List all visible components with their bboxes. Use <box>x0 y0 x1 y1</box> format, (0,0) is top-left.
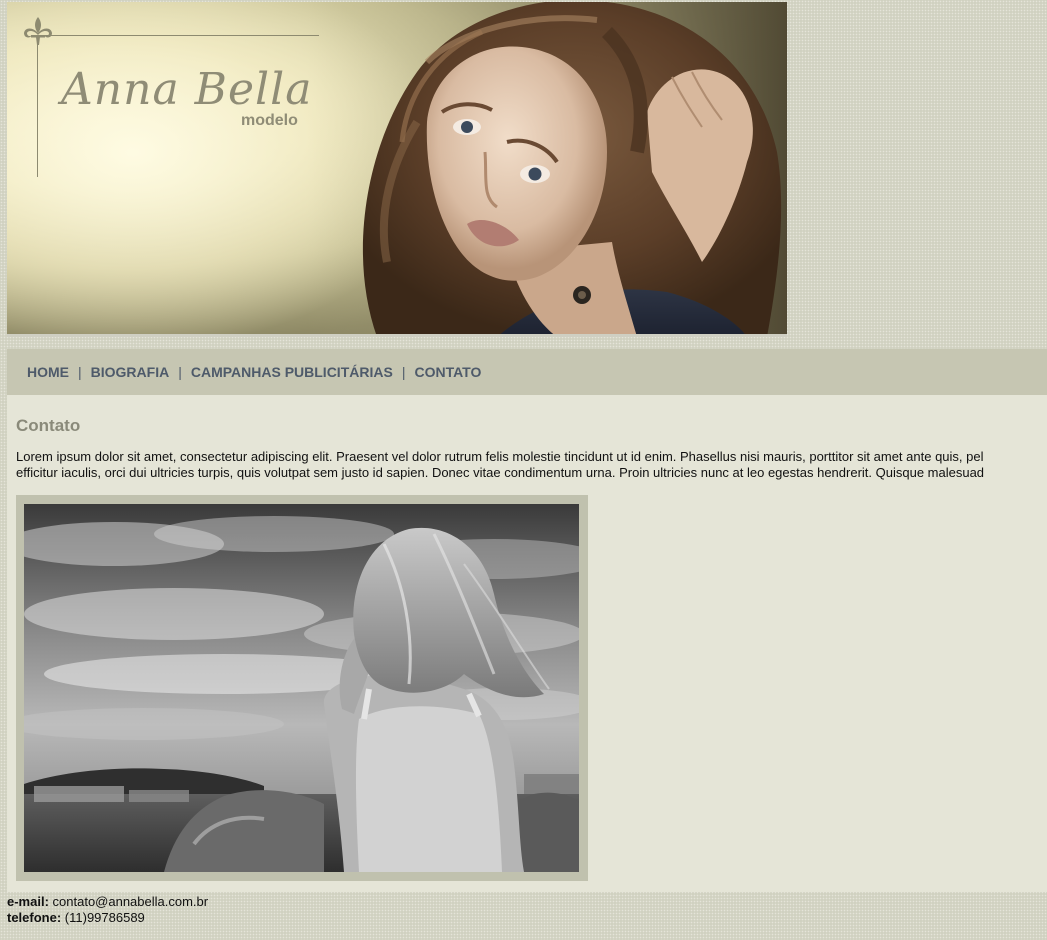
phone-label: telefone: <box>7 910 62 925</box>
header-banner: Anna Bella modelo <box>7 2 787 337</box>
main-navigation: HOME | BIOGRAFIA | CAMPANHAS PUBLICITÁRI… <box>7 349 1047 395</box>
nav-separator: | <box>78 364 82 380</box>
fleur-de-lis-icon <box>24 17 52 45</box>
intro-paragraph: Lorem ipsum dolor sit amet, consectetur … <box>16 449 1047 481</box>
nav-item-home[interactable]: HOME <box>27 364 69 380</box>
contact-photo-frame <box>16 495 588 881</box>
intro-paragraph-line-2: efficitur iaculis, orci dui ultricies tu… <box>16 465 985 480</box>
phone-line: telefone: (11)99786589 <box>7 910 208 926</box>
email-label: e-mail: <box>7 894 49 909</box>
logo-frame-line-horizontal <box>37 35 319 36</box>
nav-separator: | <box>401 364 406 380</box>
logo-frame-line-vertical <box>37 35 38 177</box>
nav-item-campanhas-publicitarias[interactable]: CAMPANHAS PUBLICITÁRIAS <box>191 364 393 380</box>
email-value[interactable]: contato@annabella.com.br <box>53 894 209 909</box>
contact-photo-image <box>24 504 579 872</box>
contact-footer: e-mail: contato@annabella.com.br telefon… <box>7 894 208 926</box>
logo-subtitle: modelo <box>241 112 298 129</box>
model-portrait-image <box>307 2 787 337</box>
email-line: e-mail: contato@annabella.com.br <box>7 894 208 910</box>
page-title: Contato <box>16 416 81 435</box>
main-content: Contato Lorem ipsum dolor sit amet, cons… <box>7 395 1047 892</box>
nav-item-biografia[interactable]: BIOGRAFIA <box>91 364 170 380</box>
nav-separator: | <box>178 364 182 380</box>
phone-value: (11)99786589 <box>64 910 145 925</box>
logo-name: Anna Bella <box>61 64 313 115</box>
nav-item-contato[interactable]: CONTATO <box>414 364 481 380</box>
banner-bottom-edge <box>7 334 787 337</box>
intro-paragraph-line-1: Lorem ipsum dolor sit amet, consectetur … <box>16 449 984 464</box>
